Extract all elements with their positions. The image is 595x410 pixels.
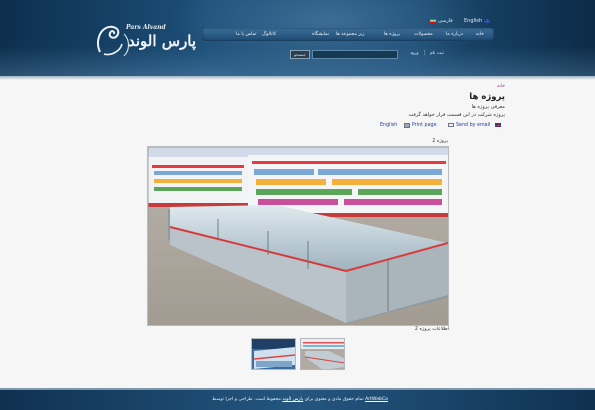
breadcrumb[interactable]: خانه: [497, 84, 505, 89]
footer-text-middle: محفوظ است. طراحی و اجرا توسط: [212, 397, 281, 402]
nav-item-about[interactable]: درباره ما: [446, 28, 463, 41]
main-nav: خانه درباره ما محصولات پروژه ها زیر مجمو…: [202, 28, 494, 41]
language-fa[interactable]: فارسی: [430, 17, 453, 25]
login-link[interactable]: ورود: [410, 51, 419, 56]
language-en[interactable]: English: [464, 17, 491, 25]
language-switcher: فارسی English: [430, 17, 492, 25]
thumbnail-2[interactable]: [300, 338, 345, 370]
send-email-label: Send by email: [456, 122, 491, 128]
uk-flag-icon: [484, 19, 491, 23]
thumbnail-1[interactable]: [251, 338, 296, 370]
search-input[interactable]: [312, 50, 398, 59]
project-photo[interactable]: [147, 146, 449, 326]
nav-item-subsidiaries[interactable]: زیر مجموعه ها: [336, 28, 364, 41]
logo-text-fa: پارس الوند: [128, 32, 197, 50]
uk-flag-icon: [495, 123, 502, 127]
thumbnail-2-image: [301, 339, 344, 369]
footer-company-link[interactable]: پارس الوند: [282, 397, 303, 402]
thumbnail-1-image: [252, 339, 295, 369]
nav-item-products[interactable]: محصولات: [414, 28, 433, 41]
page-title: پروژه ها: [469, 92, 505, 102]
print-page-label: Print page: [412, 122, 437, 128]
envelope-icon: [448, 123, 454, 127]
refrigerator-display-image: [148, 147, 448, 325]
register-link[interactable]: ثبت نام: [430, 51, 444, 56]
logo-text-en: Pars Alvand: [126, 24, 166, 31]
nav-item-catalog[interactable]: کاتالوگ: [262, 28, 276, 41]
page-tools: English Print page Send by email: [380, 121, 505, 129]
project-label: پروژه 2: [432, 139, 448, 144]
english-link[interactable]: English: [380, 121, 397, 129]
search-button[interactable]: جستجو: [290, 50, 310, 59]
login-bar: جستجو ورود | ثبت نام: [290, 50, 450, 59]
language-en-label: English: [464, 18, 483, 24]
intro-line-1: معرفی پروژه ها: [471, 104, 505, 110]
login-separator: |: [424, 50, 426, 56]
nav-item-projects[interactable]: پروژه ها: [384, 28, 400, 41]
content-top-shadow: [0, 76, 595, 80]
printer-icon: [404, 122, 410, 128]
footer-copyright: تمام حقوق مادی و معنوی برای پارس الوند م…: [200, 397, 400, 402]
language-fa-label: فارسی: [438, 18, 453, 24]
send-email-link[interactable]: Send by email: [448, 121, 502, 129]
footer-designer-link[interactable]: ArtWebCo: [365, 397, 388, 402]
photo-caption: اطلاعات پروژه 2: [414, 327, 449, 332]
footer-text-prefix: تمام حقوق مادی و معنوی برای: [304, 397, 364, 402]
nav-item-exhibition[interactable]: نمایشگاه: [312, 28, 329, 41]
intro-line-2: پروژه شرکت در این قسمت قرار خواهد گرفت: [408, 112, 505, 118]
iran-flag-icon: [430, 19, 436, 23]
nav-item-contact[interactable]: تماس با ما: [236, 28, 256, 41]
nav-item-home[interactable]: خانه: [476, 28, 484, 41]
print-page-link[interactable]: Print page: [404, 121, 437, 129]
